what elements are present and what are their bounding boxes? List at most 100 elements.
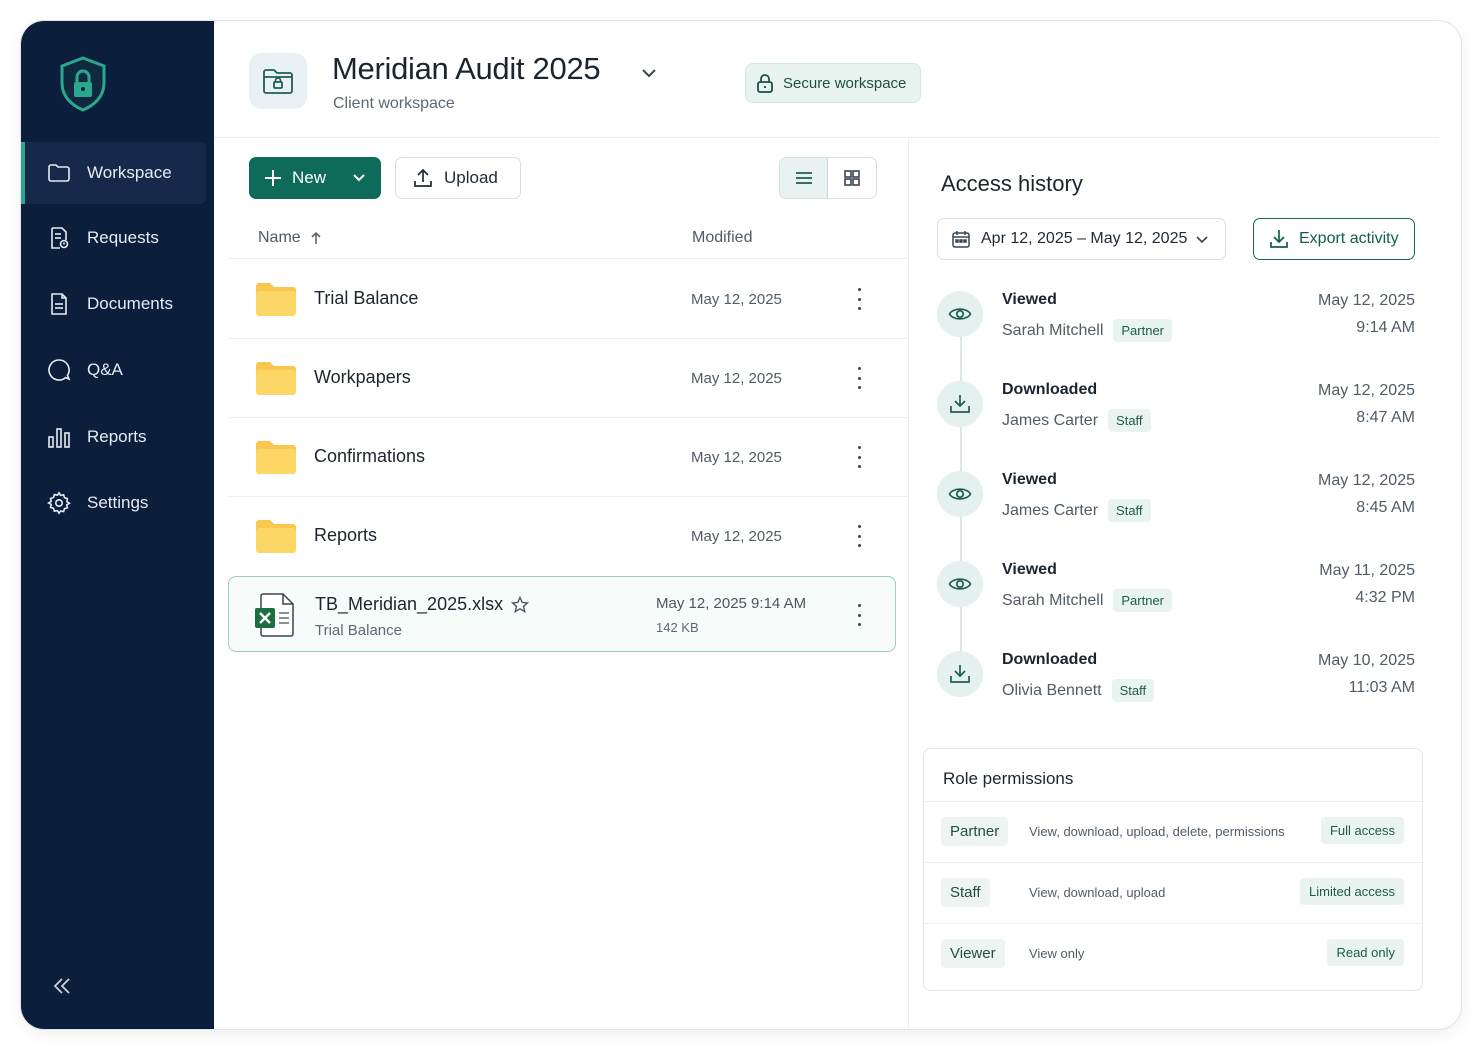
role-row-staff: Staff View, download, upload Limited acc… — [924, 863, 1422, 923]
more-options-icon[interactable] — [852, 365, 866, 391]
role-permissions-card: Role permissions Partner View, download,… — [923, 748, 1423, 991]
role-name: Partner — [941, 817, 1009, 846]
access-event: Downloaded Olivia Bennett Staff May 10, 2… — [937, 651, 1415, 721]
folder-modified: May 12, 2025 — [691, 528, 782, 545]
column-header-modified[interactable]: Modified — [692, 229, 752, 247]
shield-lock-logo-icon — [60, 56, 106, 112]
folder-icon — [256, 520, 296, 553]
role-name: Staff — [941, 878, 990, 907]
role-badge: Staff — [1111, 679, 1155, 702]
eye-icon — [948, 488, 972, 500]
download-icon — [1270, 230, 1288, 248]
list-icon — [795, 172, 812, 184]
collapse-sidebar-icon[interactable] — [47, 971, 77, 1001]
more-options-icon[interactable] — [852, 286, 866, 312]
view-toggle — [779, 157, 877, 199]
upload-button[interactable]: Upload — [395, 157, 521, 199]
sidebar-item-reports[interactable]: Reports — [21, 406, 206, 468]
download-icon — [950, 665, 970, 683]
more-options-icon[interactable] — [852, 444, 866, 470]
app-window: Workspace Requests Documents Q&A Reports… — [20, 20, 1462, 1030]
role-row-partner: Partner View, download, upload, delete, … — [924, 802, 1422, 862]
download-icon — [950, 395, 970, 413]
folder-icon — [256, 362, 296, 395]
page-subtitle: Client workspace — [333, 95, 455, 112]
sidebar-item-qa[interactable]: Q&A — [21, 339, 206, 401]
role-description: View, download, upload, delete, permissi… — [1029, 824, 1285, 839]
folder-icon — [48, 164, 70, 182]
access-level-badge: Read only — [1327, 939, 1404, 966]
role-description: View only — [1029, 946, 1085, 961]
more-options-icon[interactable] — [852, 523, 866, 549]
file-row-selected[interactable]: TB_Meridian_2025.xlsx Trial Balance May … — [228, 576, 896, 652]
file-folder: Trial Balance — [315, 622, 402, 639]
upload-icon — [414, 168, 432, 187]
access-history-title: Access history — [941, 171, 1083, 196]
role-badge: Staff — [1108, 409, 1151, 432]
sidebar-item-label: Workspace — [87, 163, 172, 182]
sidebar-item-label: Requests — [87, 228, 159, 247]
date-range-picker[interactable]: Apr 12, 2025 – May 12, 2025 — [937, 218, 1226, 260]
sidebar-item-label: Reports — [87, 427, 147, 446]
file-size: 142 KB — [656, 620, 699, 635]
sidebar-item-requests[interactable]: Requests — [21, 207, 206, 269]
list-view-button[interactable] — [780, 158, 829, 198]
bar-chart-icon — [48, 428, 70, 448]
sidebar: Workspace Requests Documents Q&A Reports… — [21, 21, 214, 1029]
calendar-icon — [952, 231, 970, 248]
export-activity-button[interactable]: Export activity — [1253, 218, 1415, 260]
sidebar-item-label: Documents — [87, 294, 173, 313]
sidebar-item-label: Q&A — [87, 360, 123, 379]
eye-icon — [948, 578, 972, 590]
role-badge: Staff — [1108, 499, 1151, 522]
folder-row-trial-balance[interactable]: Trial Balance May 12, 2025 — [228, 260, 908, 338]
request-icon — [51, 227, 69, 249]
chevron-down-icon — [1196, 236, 1208, 244]
gear-icon — [47, 491, 71, 515]
new-button[interactable]: New — [249, 157, 381, 199]
role-badge: Partner — [1113, 589, 1173, 612]
workspace-switcher-chevron-icon[interactable] — [639, 65, 659, 81]
column-header-name[interactable]: Name — [258, 229, 323, 247]
folder-lock-icon — [263, 69, 293, 94]
file-name: TB_Meridian_2025.xlsx — [315, 594, 530, 615]
lock-icon — [757, 74, 773, 93]
folder-icon — [256, 283, 296, 316]
header-divider — [214, 137, 1438, 138]
sidebar-item-settings[interactable]: Settings — [21, 472, 206, 534]
chevron-down-icon[interactable] — [351, 172, 367, 184]
folder-modified: May 12, 2025 — [691, 291, 782, 308]
folder-row-reports[interactable]: Reports May 12, 2025 — [228, 497, 908, 575]
page-title: Meridian Audit 2025 — [332, 51, 601, 86]
row-divider — [228, 258, 908, 259]
role-name: Viewer — [941, 939, 1005, 968]
folder-modified: May 12, 2025 — [691, 449, 782, 466]
excel-file-icon — [255, 593, 294, 637]
role-description: View, download, upload — [1029, 885, 1166, 900]
sidebar-item-workspace[interactable]: Workspace — [21, 142, 206, 204]
chat-icon — [48, 359, 71, 381]
grid-icon — [844, 170, 860, 186]
access-event: Viewed Sarah Mitchell Partner May 11, 202… — [937, 561, 1415, 631]
folder-modified: May 12, 2025 — [691, 370, 782, 387]
folder-icon — [256, 441, 296, 474]
role-row-viewer: Viewer View only Read only — [924, 924, 1422, 984]
access-level-badge: Limited access — [1300, 878, 1404, 905]
grid-view-button[interactable] — [828, 158, 876, 198]
workspace-icon — [249, 53, 307, 109]
folder-name: Workpapers — [314, 367, 411, 387]
more-options-icon[interactable] — [852, 602, 866, 628]
sidebar-item-documents[interactable]: Documents — [21, 273, 206, 335]
star-icon[interactable] — [511, 595, 530, 614]
panel-divider — [908, 137, 909, 1029]
folder-name: Trial Balance — [314, 288, 419, 308]
sort-ascending-icon — [311, 231, 321, 244]
access-event: Viewed James Carter Staff May 12, 2025 8:… — [937, 471, 1415, 541]
folder-row-workpapers[interactable]: Workpapers May 12, 2025 — [228, 339, 908, 417]
plus-icon — [265, 170, 281, 186]
sidebar-item-label: Settings — [87, 493, 149, 512]
folder-row-confirmations[interactable]: Confirmations May 12, 2025 — [228, 418, 908, 496]
role-permissions-title: Role permissions — [943, 769, 1074, 788]
folder-name: Reports — [314, 525, 378, 545]
folder-name: Confirmations — [314, 446, 426, 466]
